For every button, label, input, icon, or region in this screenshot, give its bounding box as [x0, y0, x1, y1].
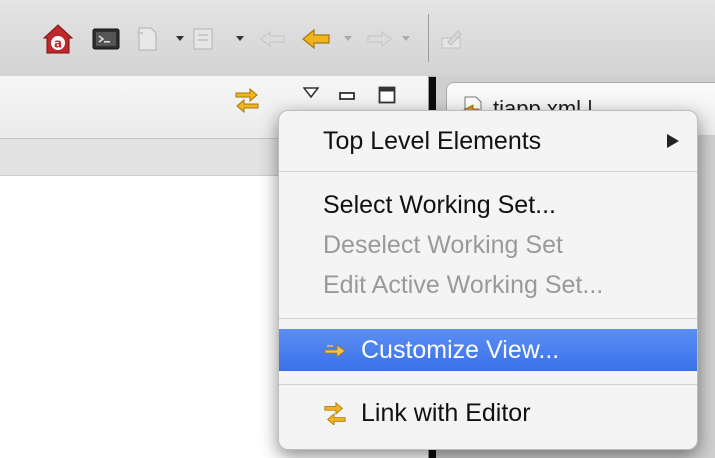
link-editor-icon: [324, 401, 346, 425]
menu-item-label: Link with Editor: [361, 398, 531, 427]
new-file-dropdown-icon[interactable]: [176, 36, 184, 41]
menu-separator: [279, 384, 697, 385]
menu-item-top-level-elements[interactable]: Top Level Elements: [279, 121, 697, 161]
maximize-icon[interactable]: [378, 86, 396, 109]
menu-item-label: Select Working Set...: [323, 190, 556, 219]
menu-item-label: Customize View...: [361, 335, 560, 364]
view-context-menu: Top Level Elements Select Working Set...…: [278, 110, 698, 450]
edit-icon[interactable]: [438, 22, 466, 56]
forward-arrow-icon[interactable]: [364, 22, 394, 56]
terminal-icon[interactable]: [92, 22, 120, 56]
minimize-icon[interactable]: [339, 88, 355, 106]
menu-item-label: Edit Active Working Set...: [323, 270, 604, 299]
back-arrow-icon[interactable]: [300, 22, 332, 56]
back-dropdown-icon[interactable]: [344, 36, 352, 41]
menu-item-link-with-editor[interactable]: Link with Editor: [279, 393, 697, 433]
menu-separator: [279, 318, 697, 319]
menu-item-customize-view[interactable]: Customize View...: [279, 329, 697, 371]
menu-item-label: Deselect Working Set: [323, 230, 563, 259]
eclipse-workbench: a tiapp.xml | ... Top Level Elements Sel…: [0, 0, 715, 458]
menu-item-label: Top Level Elements: [323, 126, 542, 155]
menu-item-select-working-set[interactable]: Select Working Set...: [279, 185, 697, 225]
menu-item-edit-active-working-set[interactable]: Edit Active Working Set...: [279, 265, 697, 305]
menu-item-deselect-working-set[interactable]: Deselect Working Set: [279, 225, 697, 265]
main-toolbar: a: [0, 0, 715, 77]
forward-dropdown-icon[interactable]: [402, 36, 410, 41]
customize-arrow-icon: [324, 344, 346, 358]
new-project-icon[interactable]: [190, 22, 216, 56]
svg-text:a: a: [54, 37, 62, 51]
new-project-dropdown-icon[interactable]: [236, 36, 244, 41]
submenu-arrow-icon: [667, 134, 679, 148]
link-with-editor-icon[interactable]: [232, 84, 262, 119]
view-menu-icon[interactable]: [302, 86, 320, 104]
toolbar-separator: [428, 14, 429, 62]
arrow-left-dim-icon[interactable]: [258, 22, 288, 56]
new-file-icon[interactable]: [134, 22, 160, 56]
app-icon[interactable]: a: [42, 22, 74, 56]
menu-separator: [279, 171, 697, 172]
